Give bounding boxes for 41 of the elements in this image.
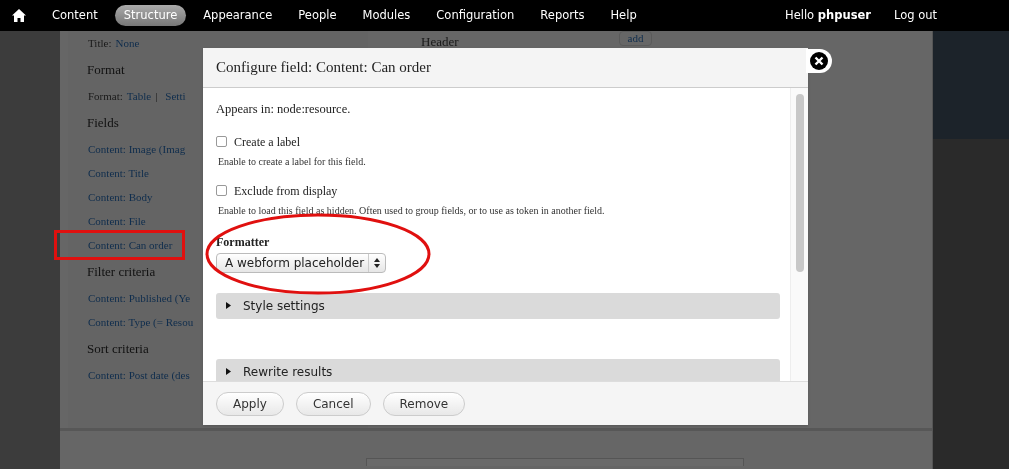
toolbar-tab[interactable]: Help: [601, 4, 646, 27]
appears-in-text: Appears in: node:resource.: [216, 101, 352, 118]
dialog-button[interactable]: Apply: [216, 391, 284, 416]
section-heading: Filter criteria: [87, 264, 156, 279]
logout-link[interactable]: Log out: [893, 6, 937, 25]
dialog-button[interactable]: Cancel: [295, 391, 371, 416]
toolbar-tab[interactable]: Configuration: [427, 4, 524, 27]
disclosure-icon: [225, 302, 231, 310]
header-label: Header: [421, 33, 459, 51]
option-description: Enable to create a label for this field.: [218, 154, 367, 169]
scrollbar[interactable]: [795, 94, 804, 272]
toolbar-tab[interactable]: Modules: [353, 4, 420, 27]
toolbar-tab[interactable]: People: [289, 4, 346, 27]
disclosure-icon: [225, 368, 231, 376]
option-description: Enable to load this field as hidden. Often used to group fields, or to use as token in another field.: [218, 203, 606, 218]
fieldset-label: Style settings: [243, 297, 325, 315]
dialog-button[interactable]: Remove: [382, 391, 466, 416]
section-heading: Sort criteria: [87, 341, 149, 356]
dialog-title: Configure field: Content: Can order: [216, 58, 431, 78]
formatter-label: Formatter: [216, 233, 271, 251]
collapsible-fieldset[interactable]: Style settings: [216, 292, 780, 319]
link-prefix: Title:: [88, 35, 112, 51]
home-icon[interactable]: [12, 9, 26, 22]
collapsible-fieldset[interactable]: Rewrite results: [216, 358, 780, 381]
link-separator: |: [155, 88, 158, 104]
section-heading: Fields: [87, 115, 119, 130]
formatter-select[interactable]: A webform placeholder: [216, 252, 387, 273]
checkbox-label[interactable]: Create a label: [234, 132, 300, 151]
toolbar-tab[interactable]: Reports: [531, 4, 594, 27]
toolbar-tab[interactable]: Content: [43, 4, 107, 27]
checkbox[interactable]: [216, 136, 227, 148]
link-prefix: Format:: [88, 88, 123, 104]
toolbar-tab[interactable]: Appearance: [194, 4, 282, 27]
user-greeting: Hello phpuser: [785, 6, 871, 24]
checkbox[interactable]: [216, 185, 227, 197]
select-arrows-icon: [374, 257, 381, 268]
close-button[interactable]: [806, 49, 832, 73]
checkbox-label[interactable]: Exclude from display: [234, 181, 338, 200]
close-icon: [810, 52, 828, 70]
section-heading: Format: [87, 62, 125, 77]
fieldset-label: Rewrite results: [243, 363, 333, 381]
